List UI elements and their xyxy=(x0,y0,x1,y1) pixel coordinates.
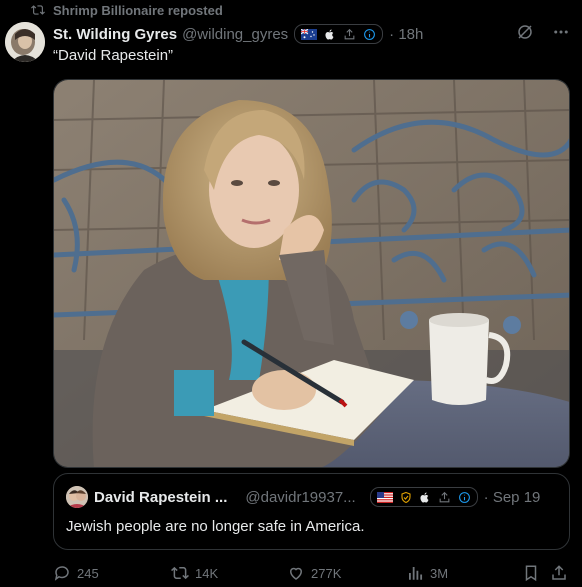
quote-header: David Rapestein ... @davidr19937... · Se… xyxy=(94,486,557,508)
reply-icon xyxy=(54,566,69,581)
like-count: 277K xyxy=(311,565,342,581)
tweet-header: St. Wilding Gyres @wilding_gyres · 18h xyxy=(53,22,570,46)
share-button[interactable] xyxy=(550,562,568,584)
repost-icon xyxy=(31,5,45,15)
views-count: 3M xyxy=(430,565,449,581)
heart-icon xyxy=(289,567,303,580)
repost-banner[interactable]: Shrimp Billionaire reposted xyxy=(31,1,223,19)
views-icon xyxy=(409,567,423,580)
quote-author-handle[interactable]: @davidr19937... xyxy=(245,489,355,506)
bookmark-button[interactable] xyxy=(522,562,540,584)
more-icon[interactable] xyxy=(552,23,570,46)
apple-icon xyxy=(419,491,431,504)
apple-icon xyxy=(324,28,336,41)
quote-avatar[interactable] xyxy=(66,486,88,508)
quote-text: Jewish people are no longer safe in Amer… xyxy=(66,518,365,535)
repost-button[interactable]: 14K xyxy=(171,562,218,584)
author-avatar[interactable] xyxy=(5,22,45,62)
tweet-text: “David Rapestein” xyxy=(53,47,174,64)
info-icon[interactable] xyxy=(458,491,471,504)
reply-button[interactable]: 245 xyxy=(53,562,99,584)
bookmark-icon xyxy=(525,565,537,582)
badge-group xyxy=(294,24,384,44)
repost-text: Shrimp Billionaire reposted xyxy=(53,2,223,18)
reply-count: 245 xyxy=(77,565,99,581)
shield-icon xyxy=(400,491,412,504)
quote-tweet[interactable]: David Rapestein ... @davidr19937... · Se… xyxy=(53,473,570,550)
share-icon[interactable] xyxy=(438,491,451,504)
repost-count: 14K xyxy=(195,565,219,581)
grok-icon[interactable] xyxy=(516,23,534,46)
post-time[interactable]: · 18h xyxy=(389,26,423,43)
tweet-photo[interactable] xyxy=(53,79,570,468)
quote-badge-group xyxy=(369,487,478,507)
author-handle[interactable]: @wilding_gyres xyxy=(182,26,288,43)
quote-author-name[interactable]: David Rapestein ... xyxy=(94,489,227,506)
action-bar: 245 14K 277K 3M xyxy=(53,562,570,584)
like-button[interactable]: 277K xyxy=(287,562,341,584)
au-flag-icon xyxy=(301,28,318,40)
author-name[interactable]: St. Wilding Gyres xyxy=(53,26,177,43)
info-icon[interactable] xyxy=(363,28,376,41)
repost-icon xyxy=(171,566,189,580)
quote-time[interactable]: · Sep 19 xyxy=(484,489,541,506)
share-icon[interactable] xyxy=(343,28,356,41)
share-icon xyxy=(552,565,566,580)
views-button[interactable]: 3M xyxy=(406,562,448,584)
us-flag-icon xyxy=(376,491,393,503)
